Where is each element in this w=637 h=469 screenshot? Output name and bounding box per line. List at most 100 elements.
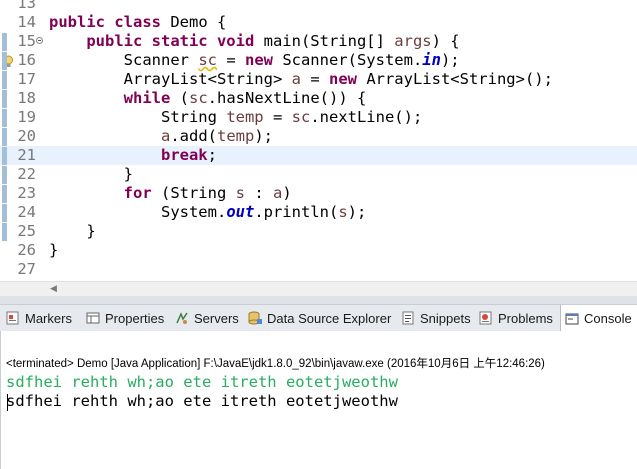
line-number: 14 — [17, 13, 36, 31]
code-plain: = — [216, 51, 245, 69]
code-text: System.out.println(s); — [49, 203, 366, 222]
code-plain: ArrayList<String>(); — [366, 70, 553, 88]
code-plain: : — [244, 184, 273, 202]
code-line[interactable]: 27 — [0, 260, 637, 279]
code-token: a — [291, 70, 301, 88]
tab-markers[interactable]: Markers — [6, 305, 72, 331]
code-editor[interactable]: 13 14 public class Demo {15 public static … — [0, 0, 637, 281]
change-marker — [2, 33, 7, 51]
code-token: temp — [217, 127, 255, 145]
code-line[interactable]: 23 for (String s : a) — [0, 184, 637, 203]
change-marker — [2, 147, 7, 165]
line-number: 26 — [17, 241, 36, 259]
code-line[interactable]: 24 System.out.println(s); — [0, 203, 637, 222]
code-line[interactable]: 15 public static void main(String[] args… — [0, 32, 637, 51]
tab-properties[interactable]: Properties — [86, 305, 164, 331]
tab-label: Servers — [194, 310, 239, 326]
tab-label: Data Source Explorer — [267, 310, 392, 326]
tab-label: Console — [584, 311, 632, 326]
code-plain: ArrayList<String> — [49, 70, 292, 88]
code-text: ArrayList<String> a = new ArrayList<Stri… — [49, 70, 553, 89]
scroll-left-arrow-icon[interactable]: ◀ — [50, 283, 57, 294]
change-marker — [2, 109, 7, 127]
text-caret — [7, 394, 8, 411]
markers-icon — [6, 311, 20, 325]
code-line[interactable]: 22 } — [0, 165, 637, 184]
tab-problems[interactable]: Problems — [479, 305, 553, 331]
code-plain: } — [49, 241, 59, 259]
code-plain: ); — [347, 203, 367, 221]
code-plain — [49, 89, 124, 107]
console-view[interactable]: <terminated> Demo [Java Application] F:\… — [0, 331, 637, 469]
code-plain: Demo { — [170, 13, 227, 31]
code-text: public static void main(String[] args) { — [49, 32, 460, 51]
tab-label: Properties — [105, 310, 165, 326]
fold-toggle-icon[interactable] — [36, 37, 43, 44]
code-token: public static void — [86, 32, 264, 50]
change-marker — [2, 52, 7, 70]
code-line[interactable]: 25 } — [0, 222, 637, 241]
code-text: } — [49, 222, 96, 241]
console-left-border — [0, 331, 1, 469]
code-token: public class — [49, 13, 171, 31]
code-line[interactable]: 21 break; — [0, 146, 637, 165]
code-token: sc — [189, 89, 208, 107]
code-plain: .hasNextLine()) { — [207, 89, 367, 107]
tab-label: Markers — [25, 310, 72, 326]
tab-snippets[interactable]: Snippets — [401, 305, 471, 331]
code-text: break; — [49, 146, 217, 165]
tab-data-source-explorer[interactable]: Data Source Explorer — [248, 305, 391, 331]
code-plain: Scanner — [49, 51, 199, 69]
code-line[interactable]: 16 Scanner sc = new Scanner(System.in); — [0, 51, 637, 70]
code-line[interactable]: 26} — [0, 241, 637, 260]
code-text: String temp = sc.nextLine(); — [49, 108, 422, 127]
console-output-line: sdfhei rehth wh;ao ete itreth eotetjweot… — [6, 392, 398, 410]
code-token: s — [235, 184, 245, 202]
code-plain — [49, 32, 86, 50]
code-plain — [49, 184, 124, 202]
change-marker — [2, 204, 7, 222]
line-number: 21 — [17, 146, 36, 164]
code-text: public class Demo { — [49, 13, 226, 32]
code-line[interactable]: 18 while (sc.hasNextLine()) { — [0, 89, 637, 108]
line-number: 23 — [17, 184, 36, 202]
code-plain: ); — [440, 51, 460, 69]
line-number: 13 — [17, 0, 36, 12]
code-token: sc — [198, 51, 217, 69]
line-number: 18 — [17, 89, 36, 107]
code-line[interactable]: 14 public class Demo { — [0, 13, 637, 32]
code-line[interactable]: 19 String temp = sc.nextLine(); — [0, 108, 637, 127]
code-token: in — [422, 51, 441, 69]
code-token: s — [338, 203, 348, 221]
code-line[interactable]: 17 ArrayList<String> a = new ArrayList<S… — [0, 70, 637, 89]
pane-separator[interactable] — [0, 296, 637, 304]
code-plain: ) { — [431, 32, 460, 50]
code-plain: System. — [49, 203, 227, 221]
tab-console[interactable]: Console ✕ — [560, 305, 637, 331]
code-plain — [49, 127, 161, 145]
change-marker — [2, 71, 7, 89]
code-plain: } — [49, 222, 96, 240]
code-token: temp — [226, 108, 264, 126]
code-line[interactable]: 13 — [0, 0, 637, 13]
tab-servers[interactable]: Servers — [175, 305, 239, 331]
tab-label: Problems — [498, 310, 553, 326]
problems-icon — [479, 311, 493, 325]
change-marker — [2, 223, 7, 241]
code-token: new — [244, 51, 283, 69]
code-token: out — [226, 203, 255, 221]
console-icon — [565, 312, 579, 326]
code-token: while — [123, 89, 180, 107]
code-plain: main(String[] — [263, 32, 395, 50]
line-number: 25 — [17, 222, 36, 240]
code-text: while (sc.hasNextLine()) { — [49, 89, 367, 108]
code-plain: = — [263, 108, 292, 126]
code-text: Scanner sc = new Scanner(System.in); — [49, 51, 460, 70]
editor-horizontal-scrollbar[interactable]: ◀ — [0, 281, 637, 296]
console-input-line: sdfhei rehth wh;ao ete itreth eotetjweot… — [6, 373, 398, 391]
change-marker — [2, 128, 7, 146]
code-plain: .println( — [254, 203, 339, 221]
code-plain: ( — [179, 89, 189, 107]
code-line[interactable]: 20 a.add(temp); — [0, 127, 637, 146]
code-plain: .add( — [170, 127, 217, 145]
